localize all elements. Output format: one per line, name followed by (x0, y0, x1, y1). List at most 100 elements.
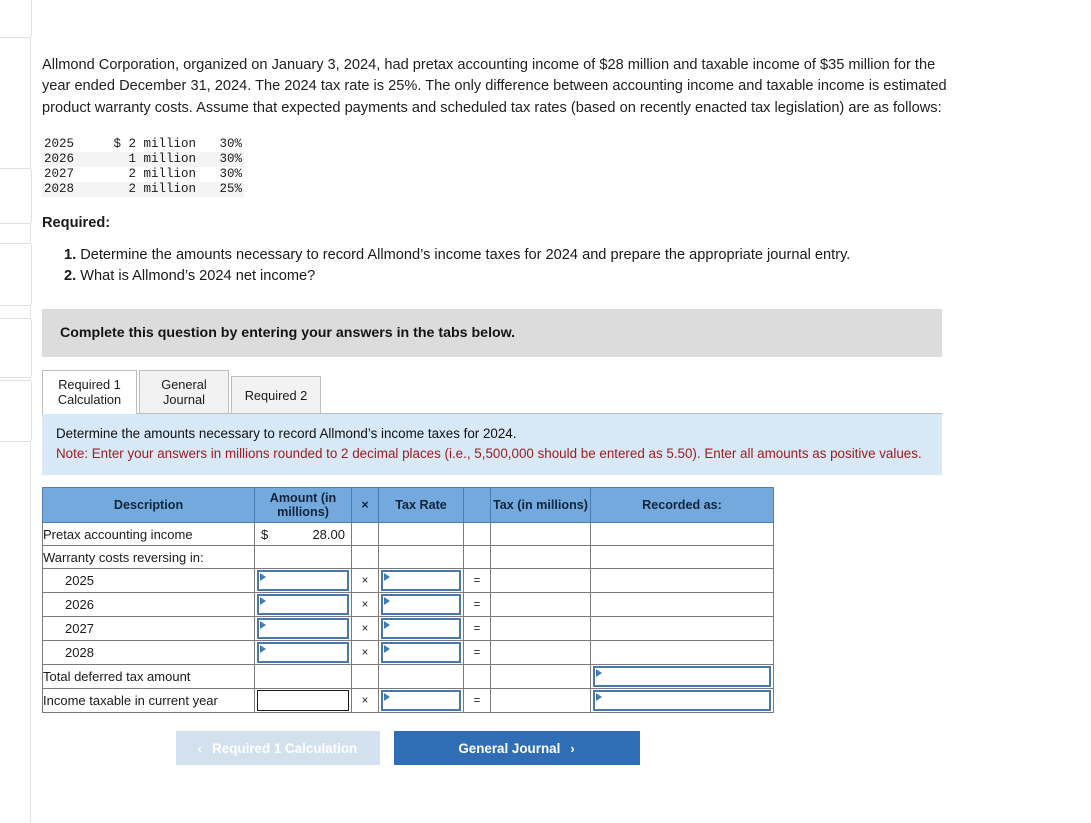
warranty-schedule-year: 2025 (44, 137, 75, 152)
cell-recorded-empty (590, 522, 774, 547)
required-item: 1. Determine the amounts necessary to re… (64, 245, 1091, 266)
rate-input-field[interactable] (381, 570, 461, 592)
amount-input-field[interactable] (257, 570, 349, 592)
amount-input-field[interactable] (257, 642, 349, 664)
cell-tax-empty (490, 592, 591, 618)
cell-recorded-empty (590, 616, 774, 642)
warranty-schedule-body: 2025 $ 2 million 30% 2026 1 million 30% 2027 2 … (42, 137, 244, 198)
cell-rate-input (378, 688, 464, 714)
amount-input-field[interactable] (257, 594, 349, 616)
cell-tax-empty (490, 688, 591, 714)
multiply-operator (351, 664, 379, 690)
rate-input-field[interactable] (381, 594, 461, 616)
warranty-schedule-amount: 2 million (128, 167, 196, 182)
tab-label-line1: Required 2 (244, 387, 308, 403)
cell-amount-empty (254, 545, 352, 570)
cell-rate-empty (378, 664, 464, 690)
answer-header-description: Description (42, 487, 255, 524)
warranty-schedule-rate: 25% (219, 182, 242, 197)
question-intro-paragraph: Allmond Corporation, organized on Januar… (42, 56, 947, 116)
amount-input-field[interactable] (257, 690, 349, 712)
answer-header-tax-in-millions: Tax (in millions) (490, 487, 591, 524)
cell-rate-input (378, 568, 464, 594)
cell-recorded-empty (590, 640, 774, 666)
cell-tax-empty (490, 522, 591, 547)
cell-recorded-empty (590, 592, 774, 618)
instruction-banner: Complete this question by entering your … (42, 309, 942, 358)
amount-value: 28.00 (312, 526, 345, 542)
previous-button-label: Required 1 Calculation (212, 740, 358, 756)
answer-table-row: Warranty costs reversing in: (42, 545, 774, 570)
equals-operator: = (463, 568, 491, 594)
answer-header-recorded-as: Recorded as: (590, 487, 774, 524)
cell-recorded-input (590, 664, 774, 690)
tab-required-2[interactable]: Required 2 (231, 376, 321, 414)
equals-operator (463, 664, 491, 690)
tab-required-1-calculation[interactable]: Required 1 Calculation (42, 370, 137, 415)
multiply-operator (351, 545, 379, 570)
answer-table-row: 2026 × = (42, 592, 774, 618)
warranty-schedule-year: 2026 (44, 152, 75, 167)
answer-table-row: Income taxable in current year × = (42, 688, 774, 714)
cell-rate-input (378, 592, 464, 618)
recorded-input-field[interactable] (593, 690, 771, 712)
chevron-right-icon: › (570, 740, 575, 756)
warranty-schedule-year: 2027 (44, 167, 75, 182)
answer-table-body: Pretax accounting income $28.00 Warranty c… (42, 522, 774, 714)
chevron-left-icon: ‹ (197, 740, 203, 756)
tab-label-line2: Calculation (57, 392, 122, 408)
equals-operator: = (463, 592, 491, 618)
required-item-number: 2. (64, 268, 77, 285)
cell-amount-input (254, 592, 352, 618)
row-description: Pretax accounting income (42, 522, 255, 547)
equals-operator (463, 522, 491, 547)
cell-rate-input (378, 640, 464, 666)
answer-table-row: 2027 × = (42, 616, 774, 642)
cell-recorded-input (590, 688, 774, 714)
tab-label-line1: General (161, 377, 207, 393)
answer-table-header-row: Description Amount (in millions) × Tax Rate… (42, 487, 774, 524)
multiply-operator: × (351, 640, 379, 666)
cell-recorded-empty (590, 568, 774, 594)
warranty-schedule-rate: 30% (219, 137, 242, 152)
answer-header-spacer (463, 487, 491, 524)
rate-input-field[interactable] (381, 642, 461, 664)
tab-label-line1: Required 1 (58, 377, 121, 393)
cell-amount-input (254, 640, 352, 666)
question-page: Allmond Corporation, organized on Januar… (42, 0, 1091, 766)
edge-fragment-1 (0, 0, 32, 38)
equals-operator: = (463, 688, 491, 714)
answer-table-row: 2025 × = (42, 568, 774, 594)
required-heading: Required: (42, 215, 111, 232)
tab-label-line2: Journal (163, 392, 205, 408)
answer-table-wrap: Description Amount (in millions) × Tax Rate… (42, 487, 1091, 714)
cell-tax-empty (490, 568, 591, 594)
previous-required-1-calculation-button[interactable]: ‹ Required 1 Calculation (175, 731, 380, 766)
recorded-input-field[interactable] (593, 666, 771, 688)
edge-fragment-2 (0, 168, 32, 224)
answer-header-tax-rate: Tax Rate (378, 487, 464, 524)
row-description: Warranty costs reversing in: (42, 545, 255, 570)
equals-operator (463, 545, 491, 570)
cell-amount-input (254, 688, 352, 714)
answer-table-row: Pretax accounting income $28.00 (42, 522, 774, 547)
rate-input-field[interactable] (381, 690, 461, 712)
cell-tax-empty (490, 664, 591, 690)
navigation-buttons: ‹ Required 1 Calculation General Journal… (42, 731, 773, 766)
next-general-journal-button[interactable]: General Journal › (393, 731, 640, 766)
amount-input-field[interactable] (257, 618, 349, 640)
rate-input-field[interactable] (381, 618, 461, 640)
cell-tax-empty (490, 616, 591, 642)
cell-tax-empty (490, 640, 591, 666)
warranty-schedule-rate: 30% (219, 152, 242, 167)
warranty-schedule-amount: 1 million (128, 152, 196, 167)
next-button-label: General Journal (458, 740, 561, 756)
row-description: 2025 (42, 568, 255, 594)
required-list: 1. Determine the amounts necessary to re… (42, 245, 1091, 287)
cell-recorded-empty (590, 545, 774, 570)
cell-amount-input (254, 568, 352, 594)
cell-amount-input (254, 616, 352, 642)
row-description: Income taxable in current year (42, 688, 255, 714)
tab-general-journal[interactable]: General Journal (139, 370, 229, 414)
cell-tax-empty (490, 545, 591, 570)
